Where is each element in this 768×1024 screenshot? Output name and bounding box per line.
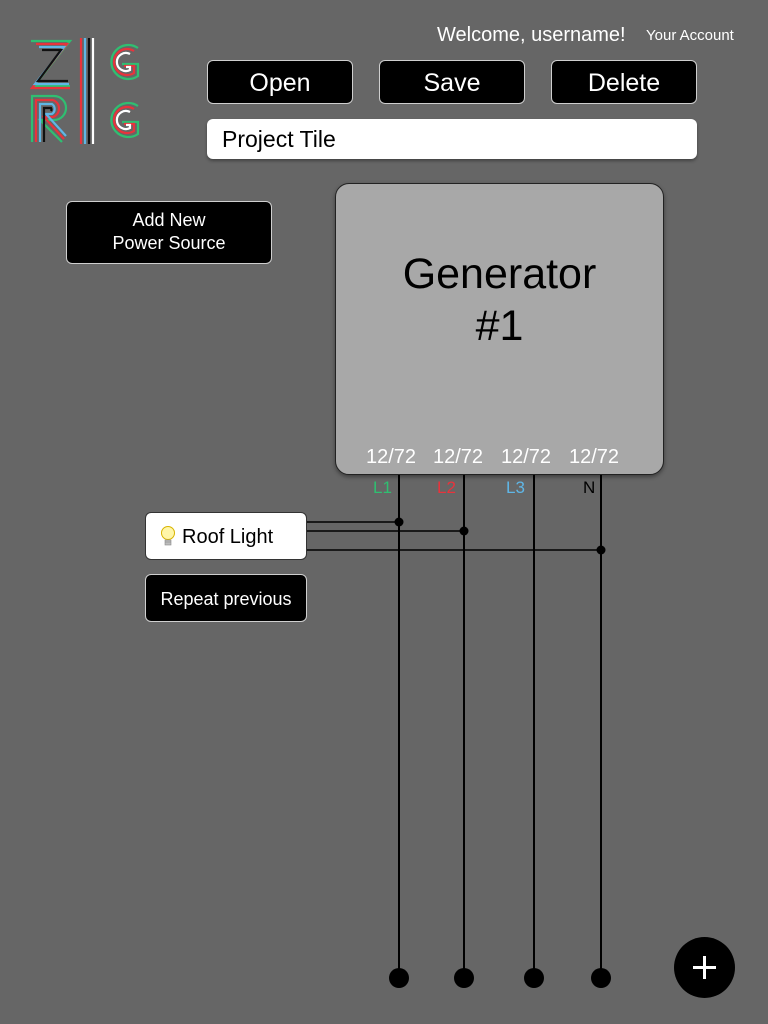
- terminal-dot-l2: [454, 968, 474, 988]
- device-roof-light[interactable]: Roof Light: [145, 512, 307, 560]
- lightbulb-icon: [161, 526, 175, 546]
- generator-name-line1: Generator: [402, 250, 597, 298]
- terminal-dot-n: [591, 968, 611, 988]
- junction-dot-l1: [394, 517, 404, 527]
- terminal-dot-l1: [389, 968, 409, 988]
- junction-dot-n: [596, 545, 606, 555]
- generator-card[interactable]: Generator #1 12/72 12/72 12/72 12/72: [335, 183, 664, 475]
- load-n: 12/72: [568, 446, 620, 468]
- add-button[interactable]: [674, 937, 735, 998]
- junction-dot-l2: [459, 526, 469, 536]
- phase-label-l3: L3: [506, 478, 525, 497]
- device-label: Roof Light: [182, 526, 274, 548]
- phase-label-l1: L1: [373, 478, 392, 497]
- generator-name: Generator #1: [336, 248, 663, 352]
- generator-name-line2: #1: [475, 302, 524, 350]
- load-l3: 12/72: [500, 446, 552, 468]
- plus-icon: [693, 956, 716, 979]
- repeat-previous-button[interactable]: Repeat previous: [145, 574, 307, 622]
- terminal-dot-l3: [524, 968, 544, 988]
- phase-label-n: N: [583, 478, 596, 497]
- wiring-diagram: [307, 475, 611, 988]
- phase-label-l2: L2: [437, 478, 456, 497]
- load-l1: 12/72: [365, 446, 417, 468]
- load-l2: 12/72: [432, 446, 484, 468]
